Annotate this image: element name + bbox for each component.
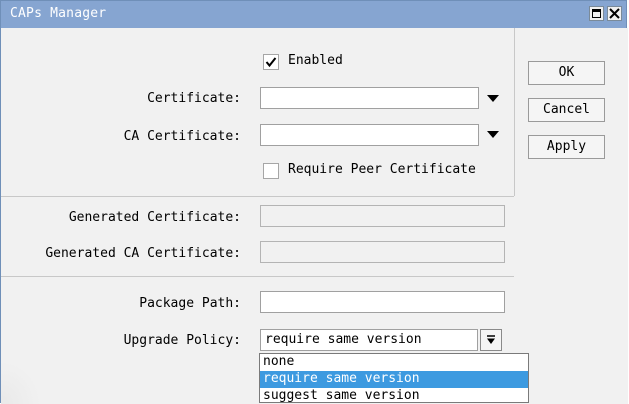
checkmark-icon [265, 57, 277, 68]
caps-manager-window: CAPs Manager Enabled Certificate: CA Cer… [0, 0, 628, 404]
certificate-select[interactable] [260, 87, 479, 109]
section-divider [1, 196, 514, 197]
require-peer-certificate-checkbox[interactable] [263, 163, 279, 179]
enabled-checkbox[interactable] [263, 54, 279, 70]
option-none[interactable]: none [260, 354, 528, 371]
vertical-divider [514, 28, 515, 196]
require-peer-certificate-label: Require Peer Certificate [288, 162, 476, 177]
close-icon[interactable] [607, 6, 622, 21]
dropdown-triangle-icon[interactable] [487, 131, 499, 138]
generated-certificate-field [260, 205, 505, 227]
generated-ca-certificate-field [260, 241, 505, 263]
cancel-button[interactable]: Cancel [528, 98, 605, 122]
maximize-icon[interactable] [589, 6, 604, 21]
ca-certificate-label: CA Certificate: [123, 129, 241, 144]
enabled-label: Enabled [288, 53, 343, 68]
generated-certificate-label: Generated Certificate: [68, 210, 241, 225]
window-title: CAPs Manager [10, 6, 107, 21]
option-suggest-same-version[interactable]: suggest same version [260, 388, 528, 402]
dropdown-triangle-icon [487, 335, 495, 344]
option-require-same-version[interactable]: require same version [260, 371, 528, 388]
upgrade-policy-dropdown-button[interactable] [480, 329, 502, 351]
package-path-label: Package Path: [139, 296, 241, 311]
window-content: Enabled Certificate: CA Certificate: Req… [1, 28, 628, 404]
section-divider [1, 276, 514, 277]
corner-shadow [1, 361, 41, 404]
package-path-input[interactable] [260, 291, 505, 313]
upgrade-policy-options-list[interactable]: none require same version suggest same v… [259, 353, 529, 403]
generated-ca-certificate-label: Generated CA Certificate: [45, 246, 241, 261]
ca-certificate-select[interactable] [260, 124, 479, 146]
dropdown-triangle-icon[interactable] [487, 95, 499, 102]
upgrade-policy-label: Upgrade Policy: [123, 333, 241, 348]
ok-button[interactable]: OK [528, 61, 605, 85]
certificate-label: Certificate: [147, 91, 241, 106]
apply-button[interactable]: Apply [528, 135, 605, 159]
window-titlebar[interactable]: CAPs Manager [1, 1, 626, 28]
upgrade-policy-select[interactable]: require same version [260, 329, 478, 351]
